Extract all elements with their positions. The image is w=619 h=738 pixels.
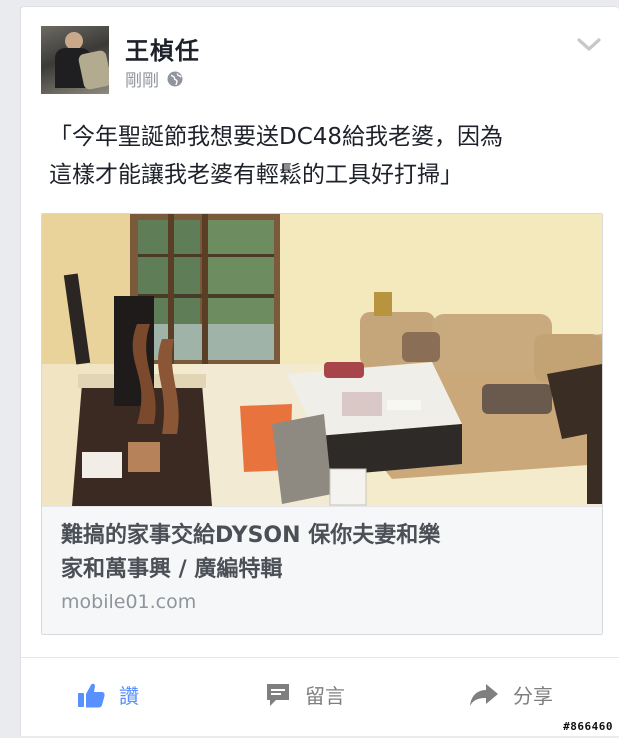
comment-icon: [267, 683, 289, 706]
avatar[interactable]: [41, 26, 109, 94]
globe-icon: [167, 71, 183, 87]
share-button[interactable]: 分享: [469, 680, 553, 709]
share-arrow-icon: [470, 683, 498, 706]
status-text: 「今年聖誕節我想要送DC48給我老婆，因為 這樣才能讓我老婆有輕鬆的工具好打掃」: [49, 118, 609, 194]
post-time[interactable]: 剛剛: [125, 66, 159, 91]
thumbs-up-icon: [78, 683, 105, 707]
link-preview[interactable]: 難搞的家事交給DYSON 保你夫妻和樂 家和萬事興 / 廣編特輯 mobile0…: [41, 213, 603, 635]
link-title-line[interactable]: 家和萬事興 / 廣編特輯: [61, 553, 581, 587]
comment-label: 留言: [305, 684, 345, 708]
watermark-text: #866460: [561, 720, 615, 733]
link-title[interactable]: 難搞的家事交給DYSON 保你夫妻和樂 家和萬事興 / 廣編特輯: [61, 519, 581, 587]
status-line: 「今年聖誕節我想要送DC48給我老婆，因為: [49, 124, 504, 150]
status-line: 這樣才能讓我老婆有輕鬆的工具好打掃」: [49, 162, 463, 188]
like-label: 讚: [119, 684, 139, 708]
post-card: 王楨任 剛剛 「今年聖誕節我想要送DC48給我老婆，因為 這樣才能讓我老婆有輕鬆…: [20, 6, 619, 736]
link-domain: mobile01.com: [61, 591, 197, 613]
like-button[interactable]: 讚: [77, 680, 139, 709]
link-title-line[interactable]: 難搞的家事交給DYSON 保你夫妻和樂: [61, 519, 581, 553]
living-room-photo[interactable]: [42, 214, 602, 506]
author-name[interactable]: 王楨任: [125, 31, 200, 66]
link-text-area[interactable]: 難搞的家事交給DYSON 保你夫妻和樂 家和萬事興 / 廣編特輯 mobile0…: [42, 506, 602, 634]
action-bar: 讚 留言 分享: [21, 657, 619, 738]
chevron-down-icon[interactable]: [576, 37, 602, 53]
post-meta: 剛剛: [125, 66, 183, 91]
comment-button[interactable]: 留言: [265, 680, 345, 709]
share-label: 分享: [513, 684, 553, 708]
